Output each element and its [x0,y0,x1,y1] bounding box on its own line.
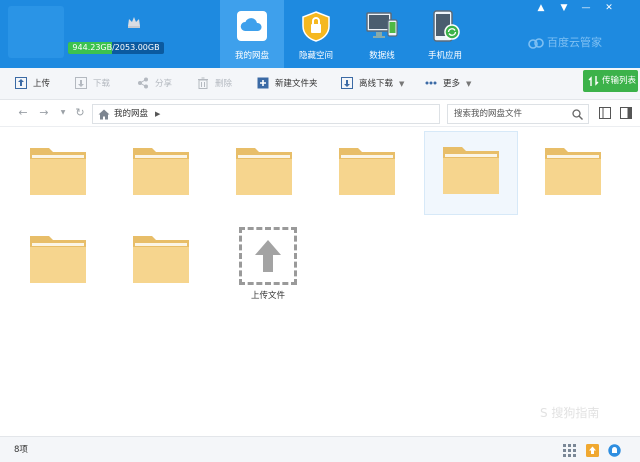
delete-label: 删除 [215,79,233,89]
more-label: 更多 [443,79,461,89]
folder-item[interactable] [121,219,215,303]
transfer-list-label: 传输列表 [602,76,637,86]
search-input[interactable] [448,105,568,123]
grid-view-icon[interactable] [563,444,576,457]
file-grid: 上传文件 [0,128,640,436]
upload-status-icon[interactable] [586,444,599,457]
folder-icon [133,148,189,195]
folder-item[interactable] [224,131,318,215]
upload-file-tile[interactable] [239,227,297,285]
nav-tab-label: 手机应用 [427,51,462,61]
transfer-list-button[interactable]: 传输列表 [583,70,638,92]
share-label: 分享 [155,79,173,89]
breadcrumb[interactable]: 我的网盘 ▶ [92,104,440,124]
transfer-icon [588,76,599,86]
new-folder-icon [257,77,269,88]
chevron-down-icon: ▼ [466,80,472,88]
brand-name: 百度云管家 [547,36,602,49]
notification-bell-icon[interactable] [608,444,621,457]
search-box [447,104,589,124]
breadcrumb-item-my-disk[interactable]: 我的网盘 [114,105,148,123]
history-dropdown-icon[interactable]: ▼ [56,106,70,120]
minimize-icon[interactable]: — [578,2,594,14]
quota-bar: 944.23GB/2053.00GB [68,42,164,54]
new-folder-label: 新建文件夹 [275,79,318,89]
folder-item[interactable] [18,131,112,215]
user-avatar[interactable] [8,6,64,58]
more-dots-icon [425,81,437,84]
share-icon [138,77,148,88]
offline-download-button[interactable]: 离线下载 ▼ [341,68,404,100]
nav-tab-phone-apps[interactable]: 手机应用 [413,0,477,68]
home-icon[interactable] [98,109,110,120]
watermark: S 搜狗指南 [540,406,600,420]
back-arrow-icon[interactable]: ← [16,106,30,120]
download-button[interactable]: 下载 [75,68,110,100]
nav-tab-label: 数据线 [369,51,395,61]
folder-icon [133,236,189,283]
chevron-down-icon: ▼ [399,80,405,88]
folder-icon [545,148,601,195]
notification-icon[interactable]: ▲ [533,2,549,14]
menu-dropdown-icon[interactable]: ▼ [556,2,572,14]
download-label: 下载 [93,79,111,89]
nav-tab-data-cable[interactable]: 数据线 [350,0,414,68]
upload-label: 上传 [33,79,51,89]
sidebar-toggle-icon[interactable] [620,107,632,119]
offline-download-icon [341,76,353,89]
quota-text: 944.23GB/2053.00GB [72,43,160,52]
item-count: 8项 [14,445,28,455]
lock-icon [302,11,330,42]
folder-icon [30,148,86,195]
trash-icon [198,77,208,89]
brand-logo: 百度云管家 [528,34,632,52]
offline-download-label: 离线下载 [359,79,394,89]
cloud-icon [237,11,267,41]
baidu-cloud-logo-icon [528,38,544,49]
folder-icon [236,148,292,195]
nav-tab-label: 我的网盘 [234,51,269,61]
folder-item-selected[interactable] [424,131,518,215]
nav-tab-hidden-space[interactable]: 隐藏空间 [284,0,348,68]
folder-icon [339,148,395,195]
username[interactable] [72,14,122,28]
refresh-icon[interactable]: ↻ [73,106,87,120]
folder-item[interactable] [121,131,215,215]
upload-file-label[interactable]: 上传文件 [232,289,304,301]
nav-tab-label: 隐藏空间 [298,51,333,61]
nav-tab-my-disk[interactable]: 我的网盘 [220,0,284,68]
phone-app-icon [433,10,460,42]
address-bar-row: ← → ▼ ↻ 我的网盘 ▶ [0,101,640,127]
search-icon[interactable] [572,109,583,120]
header-bar: 944.23GB/2053.00GB 我的网盘 隐藏空间 数据线 手机应用 ▲ … [0,0,640,68]
delete-button[interactable]: 删除 [197,68,232,100]
status-bar: 8项 [0,436,640,462]
folder-item[interactable] [18,219,112,303]
crown-icon[interactable] [126,14,142,30]
download-icon [75,76,87,89]
more-button[interactable]: 更多 ▼ [425,68,471,100]
breadcrumb-arrow-icon[interactable]: ▶ [155,105,160,123]
folder-icon [30,236,86,283]
upload-button[interactable]: 上传 [15,68,50,100]
devices-icon [366,12,398,38]
forward-arrow-icon[interactable]: → [37,106,51,120]
preview-pane-icon[interactable] [599,107,611,119]
folder-item[interactable] [327,131,421,215]
toolbar: 上传 下载 分享 删除 新建文件夹 离线下载 ▼ 更多 ▼ [0,68,640,100]
close-icon[interactable]: ✕ [601,2,617,14]
upload-icon [15,76,27,89]
upload-arrow-icon [255,240,281,272]
new-folder-button[interactable]: 新建文件夹 [257,68,318,100]
folder-item[interactable] [533,131,627,215]
share-button[interactable]: 分享 [137,68,172,100]
folder-icon [443,147,499,194]
